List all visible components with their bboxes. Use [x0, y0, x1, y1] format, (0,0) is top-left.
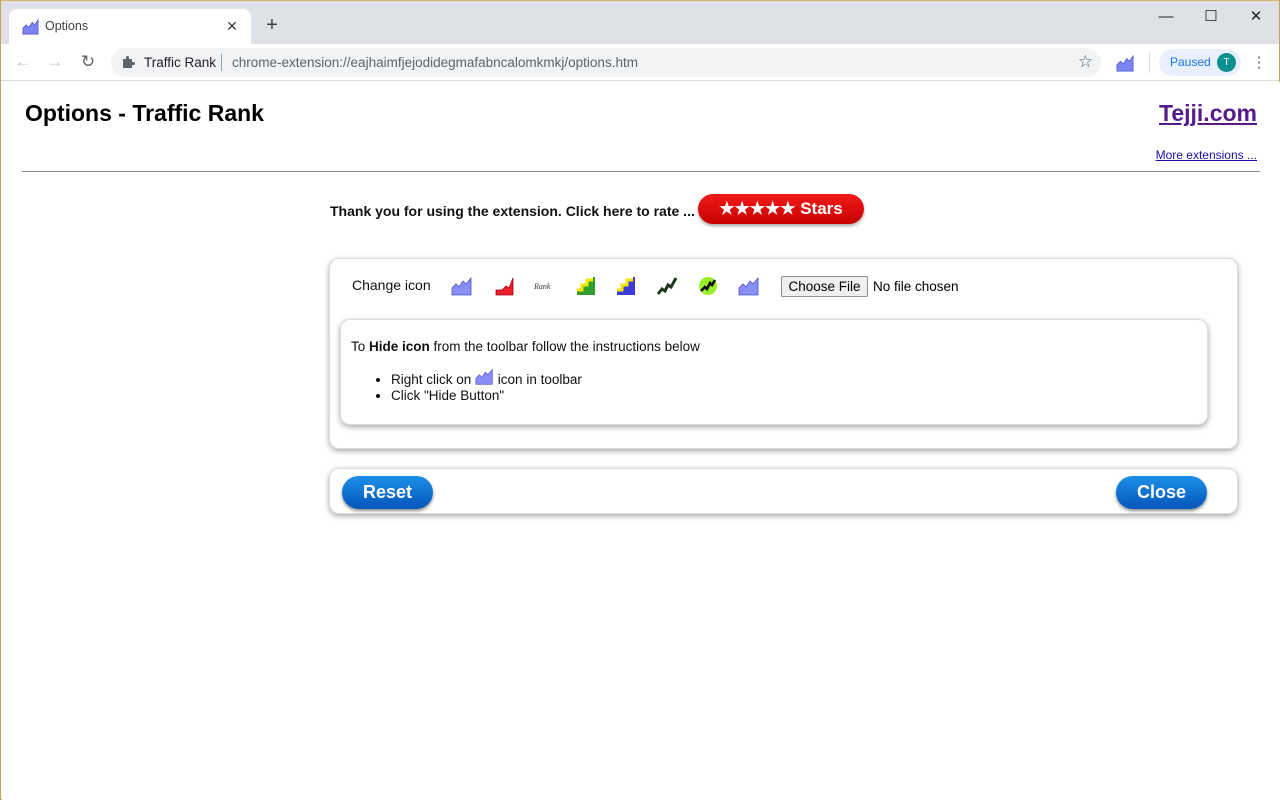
tab-title: Options [45, 19, 89, 33]
steps-yellow-green-icon[interactable] [575, 275, 597, 297]
traffic-rank-icon [22, 18, 39, 35]
rank-text-icon[interactable]: Rank [533, 275, 555, 297]
hide-bold: Hide icon [369, 339, 430, 354]
traffic-rank-extension-icon[interactable] [1116, 54, 1134, 72]
address-bar[interactable]: Traffic Rank chrome-extension://eajhaimf… [111, 48, 1101, 77]
file-status: No file chosen [873, 279, 959, 294]
reload-button[interactable]: ↻ [76, 50, 100, 74]
forward-button[interactable]: → [43, 50, 67, 74]
icon-panel: Change icon Rank Choose File No file cho… [329, 258, 1238, 449]
maximize-button[interactable]: ☐ [1194, 7, 1228, 27]
list-item: Right click on icon in toolbar [391, 367, 582, 388]
browser-window: Options ✕ + — ☐ ✕ ← → ↻ Traffic Rank chr… [0, 0, 1280, 800]
change-icon-label: Change icon [352, 277, 431, 293]
choose-file-button[interactable]: Choose File [781, 276, 868, 297]
toolbar-separator [1149, 53, 1150, 73]
button-panel: Reset Close [329, 468, 1238, 514]
hide-icon-instructions: To Hide icon from the toolbar follow the… [340, 319, 1208, 425]
hide-steps-list: Right click on icon in toolbar Click "Hi… [391, 367, 582, 404]
list-item: Click "Hide Button" [391, 388, 582, 404]
tab-strip: Options ✕ + — ☐ ✕ [1, 1, 1279, 44]
bookmark-star-icon[interactable]: ☆ [1078, 52, 1093, 72]
steps-yellow-blue-icon[interactable] [615, 275, 637, 297]
area-chart-blue-2-icon[interactable] [738, 275, 760, 297]
reset-button[interactable]: Reset [342, 476, 433, 509]
profile-status: Paused [1170, 55, 1211, 69]
back-button[interactable]: ← [11, 50, 35, 74]
area-chart-inline-icon [475, 368, 493, 385]
site-name: Traffic Rank [144, 55, 217, 70]
zigzag-green-circle-icon[interactable] [697, 275, 719, 297]
tab-options[interactable]: Options ✕ [9, 9, 251, 44]
browser-toolbar: ← → ↻ Traffic Rank chrome-extension://ea… [1, 44, 1279, 81]
url-text[interactable]: chrome-extension://eajhaimfjejodidegmafa… [232, 55, 638, 70]
area-chart-red-icon[interactable] [494, 275, 516, 297]
rate-stars-button[interactable]: ★★★★★ Stars [698, 194, 864, 224]
page-title: Options - Traffic Rank [25, 100, 264, 126]
area-chart-blue-icon[interactable] [451, 275, 473, 297]
avatar: T [1217, 53, 1236, 72]
new-tab-button[interactable]: + [261, 15, 283, 37]
step1-suffix: icon in toolbar [494, 372, 582, 387]
close-tab-icon[interactable]: ✕ [223, 17, 241, 35]
hide-prefix: To [351, 339, 370, 354]
profile-button[interactable]: Paused T [1159, 49, 1241, 76]
puzzle-icon [123, 56, 135, 68]
minimize-button[interactable]: — [1149, 7, 1183, 27]
tejji-link[interactable]: Tejji.com [1159, 100, 1257, 127]
window-close-button[interactable]: ✕ [1239, 7, 1273, 27]
options-page: Options - Traffic Rank Tejji.com More ex… [2, 82, 1280, 800]
step1-prefix: Right click on [391, 372, 476, 387]
close-button[interactable]: Close [1116, 476, 1207, 509]
hide-instructions-text: To Hide icon from the toolbar follow the… [351, 339, 700, 354]
menu-icon[interactable]: ⋮ [1249, 52, 1269, 74]
hide-suffix: from the toolbar follow the instructions… [429, 339, 700, 354]
rate-text: Thank you for using the extension. Click… [330, 203, 695, 219]
zigzag-black-icon[interactable] [656, 275, 678, 297]
divider [22, 171, 1260, 172]
rank-icon-label: Rank [533, 282, 551, 291]
more-extensions-link[interactable]: More extensions ... [1156, 148, 1257, 162]
omnibox-separator [221, 54, 222, 71]
